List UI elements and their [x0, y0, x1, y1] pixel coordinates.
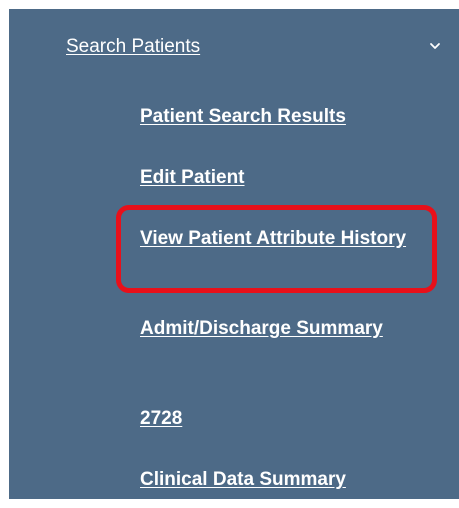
- nav-item-search-patients-label[interactable]: Search Patients: [66, 33, 200, 61]
- side-nav-panel: Search Patients Patient Search Results E…: [9, 9, 459, 499]
- chevron-down-icon[interactable]: [426, 37, 444, 55]
- nav-item-patient-search-results[interactable]: Patient Search Results: [140, 102, 440, 132]
- nav-item-2728[interactable]: 2728: [140, 404, 440, 434]
- nav-item-view-patient-attribute-history[interactable]: View Patient Attribute History: [140, 224, 440, 254]
- nav-item-clinical-data-summary[interactable]: Clinical Data Summary: [140, 465, 440, 495]
- nav-item-edit-patient[interactable]: Edit Patient: [140, 163, 440, 193]
- nav-item-search-patients[interactable]: Search Patients: [66, 33, 456, 61]
- nav-item-admit-discharge-summary[interactable]: Admit/Discharge Summary: [140, 314, 440, 344]
